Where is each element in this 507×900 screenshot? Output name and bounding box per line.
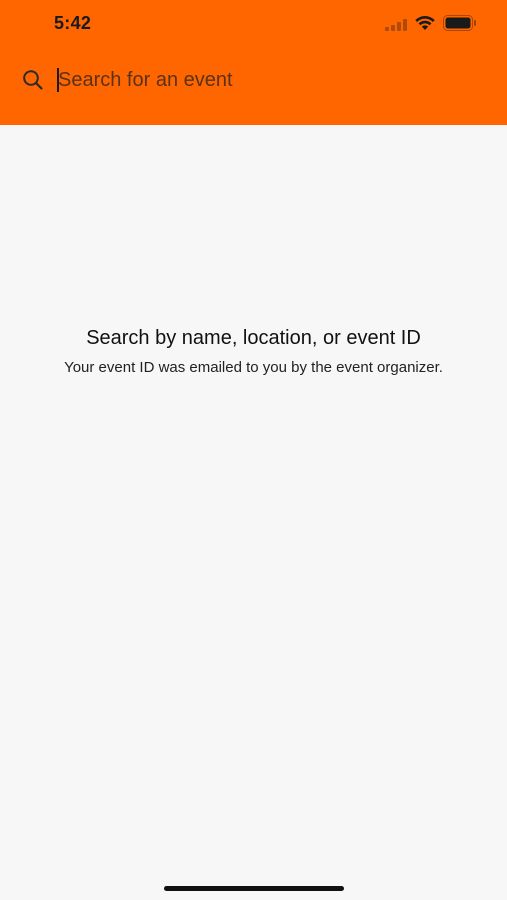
empty-state: Search by name, location, or event ID Yo… xyxy=(60,326,447,378)
text-caret xyxy=(57,68,59,92)
empty-state-title: Search by name, location, or event ID xyxy=(86,327,421,349)
home-indicator[interactable] xyxy=(164,886,344,891)
search-icon xyxy=(23,70,43,90)
wifi-icon xyxy=(415,16,435,30)
status-time: 5:42 xyxy=(54,13,92,33)
search-bar[interactable] xyxy=(0,58,507,102)
empty-state-subtitle: Your event ID was emailed to you by the … xyxy=(64,359,443,376)
battery-icon xyxy=(443,15,476,31)
search-input[interactable] xyxy=(56,64,478,96)
signal-icon xyxy=(385,19,407,31)
header: 5:42 xyxy=(0,0,507,125)
status-bar: 5:42 xyxy=(0,0,507,48)
